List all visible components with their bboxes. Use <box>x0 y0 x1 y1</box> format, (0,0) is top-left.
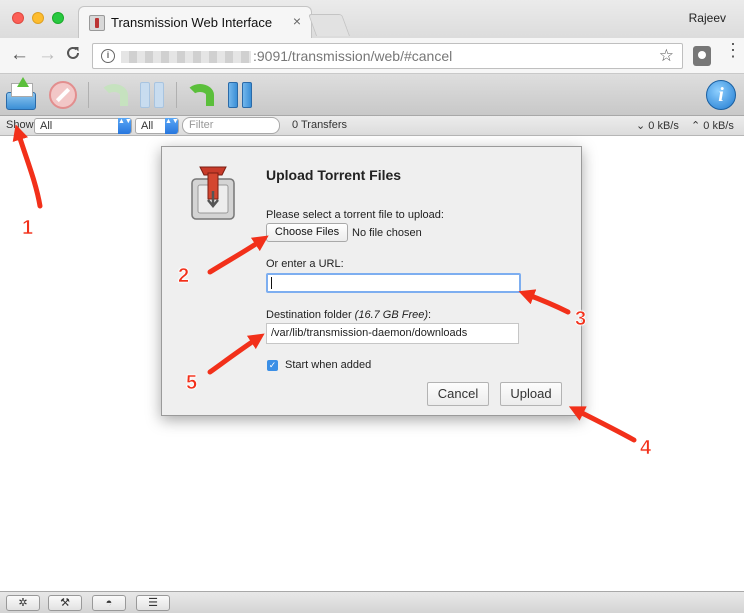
no-file-chosen-text: No file chosen <box>352 227 422 239</box>
reload-icon[interactable] <box>64 44 82 68</box>
annotation-number-1: 1 <box>22 217 34 240</box>
choose-files-button[interactable]: Choose Files <box>266 223 348 242</box>
inspector-button[interactable]: i <box>704 78 738 112</box>
pause-icon <box>140 82 150 108</box>
destination-folder-input[interactable]: /var/lib/transmission-daemon/downloads <box>266 323 519 344</box>
tab-close-icon[interactable]: × <box>293 13 301 29</box>
transfer-count: 0 Transfers <box>292 119 348 131</box>
bottom-toolbar: ✲ ⚒ ◓ ☰ <box>0 591 744 613</box>
torrent-url-input[interactable] <box>266 273 521 293</box>
resume-all-arrow-icon <box>186 84 214 106</box>
turtle-speed-limit-button[interactable]: ◓ <box>92 595 126 611</box>
state-filter-value: All <box>40 120 53 132</box>
annotation-number-5: 5 <box>186 372 198 395</box>
toolbar-divider <box>88 82 89 108</box>
cancel-button[interactable]: Cancel <box>427 382 489 406</box>
info-icon: i <box>706 80 736 110</box>
tracker-filter-value: All <box>141 120 154 132</box>
arrow-1 <box>12 124 43 209</box>
browser-tab-active[interactable]: Transmission Web Interface × <box>78 6 312 38</box>
select-chevron-icon: ▲▼ <box>118 118 132 134</box>
annotation-number-2: 2 <box>178 265 190 288</box>
text-caret <box>271 277 272 289</box>
transmission-favicon-icon <box>89 15 105 31</box>
remove-torrent-button[interactable] <box>46 78 80 112</box>
pause-selected-button[interactable] <box>136 78 170 112</box>
minimize-window-button[interactable] <box>32 12 44 24</box>
remove-icon <box>49 81 77 109</box>
state-filter-select[interactable]: All ▲▼ <box>34 118 132 134</box>
preferences-wrench-button[interactable]: ⚒ <box>48 595 82 611</box>
reload-icon-svg <box>67 46 79 59</box>
dialog-title: Upload Torrent Files <box>266 167 402 183</box>
destination-label-text: Destination folder <box>266 309 355 321</box>
resume-selected-button[interactable] <box>98 78 132 112</box>
bookmark-star-icon[interactable]: ☆ <box>659 46 674 66</box>
url-text: :9091/transmission/web/#cancel <box>253 48 453 64</box>
profile-name[interactable]: Rajeev <box>689 11 726 25</box>
open-torrent-button[interactable] <box>4 77 38 112</box>
destination-label-colon: : <box>428 309 432 321</box>
arrow-4 <box>568 406 637 443</box>
annotation-number-4: 4 <box>640 437 652 460</box>
toolbar-divider <box>176 82 177 108</box>
new-tab-button[interactable] <box>307 14 351 36</box>
select-chevron-icon: ▲▼ <box>165 118 179 134</box>
destination-label: Destination folder (16.7 GB Free): <box>266 309 431 321</box>
pause-icon <box>154 82 164 108</box>
filter-bar: Show All ▲▼ All ▲▼ Filter 0 Transfers ⌄ … <box>0 116 744 136</box>
open-folder-icon <box>6 77 36 110</box>
back-arrow-icon[interactable]: ← <box>10 44 29 66</box>
blurred-host <box>121 51 251 63</box>
file-select-label: Please select a torrent file to upload: <box>266 209 444 221</box>
extension-icon[interactable] <box>693 46 711 66</box>
annotation-number-3: 3 <box>575 308 587 331</box>
browser-navbar: ← → i :9091/transmission/web/#cancel ☆ ⋮ <box>0 38 744 74</box>
upload-speed: ⌃ 0 kB/s <box>691 120 734 132</box>
browser-menu-icon[interactable]: ⋮ <box>724 41 742 59</box>
resume-arrow-icon <box>100 84 128 106</box>
zoom-window-button[interactable] <box>52 12 64 24</box>
address-bar[interactable]: i :9091/transmission/web/#cancel ☆ <box>92 43 683 69</box>
free-space-text: (16.7 GB Free) <box>354 309 429 321</box>
url-label: Or enter a URL: <box>266 258 344 270</box>
close-window-button[interactable] <box>12 12 24 24</box>
pause-all-icon <box>228 82 238 108</box>
start-when-added-label[interactable]: Start when added <box>285 359 371 371</box>
tab-title: Transmission Web Interface <box>111 15 273 30</box>
tracker-filter-select[interactable]: All ▲▼ <box>135 118 179 134</box>
filter-search-input[interactable]: Filter <box>182 117 280 134</box>
site-info-icon[interactable]: i <box>101 49 115 63</box>
download-speed: ⌄ 0 kB/s <box>636 120 679 132</box>
compact-view-button[interactable]: ☰ <box>136 595 170 611</box>
upload-torrent-dialog: Upload Torrent Files Please select a tor… <box>161 146 582 416</box>
settings-gear-button[interactable]: ✲ <box>6 595 40 611</box>
transmission-logo-icon <box>191 166 235 220</box>
browser-titlebar: Transmission Web Interface × Rajeev <box>0 0 744 38</box>
resume-all-button[interactable] <box>184 78 218 112</box>
show-label: Show <box>6 119 34 131</box>
forward-arrow-icon[interactable]: → <box>38 44 57 66</box>
upload-button[interactable]: Upload <box>500 382 562 406</box>
pause-all-icon <box>242 82 252 108</box>
start-when-added-checkbox[interactable]: ✓ <box>267 360 278 371</box>
pause-all-button[interactable] <box>224 78 258 112</box>
transmission-toolbar: i <box>0 74 744 116</box>
